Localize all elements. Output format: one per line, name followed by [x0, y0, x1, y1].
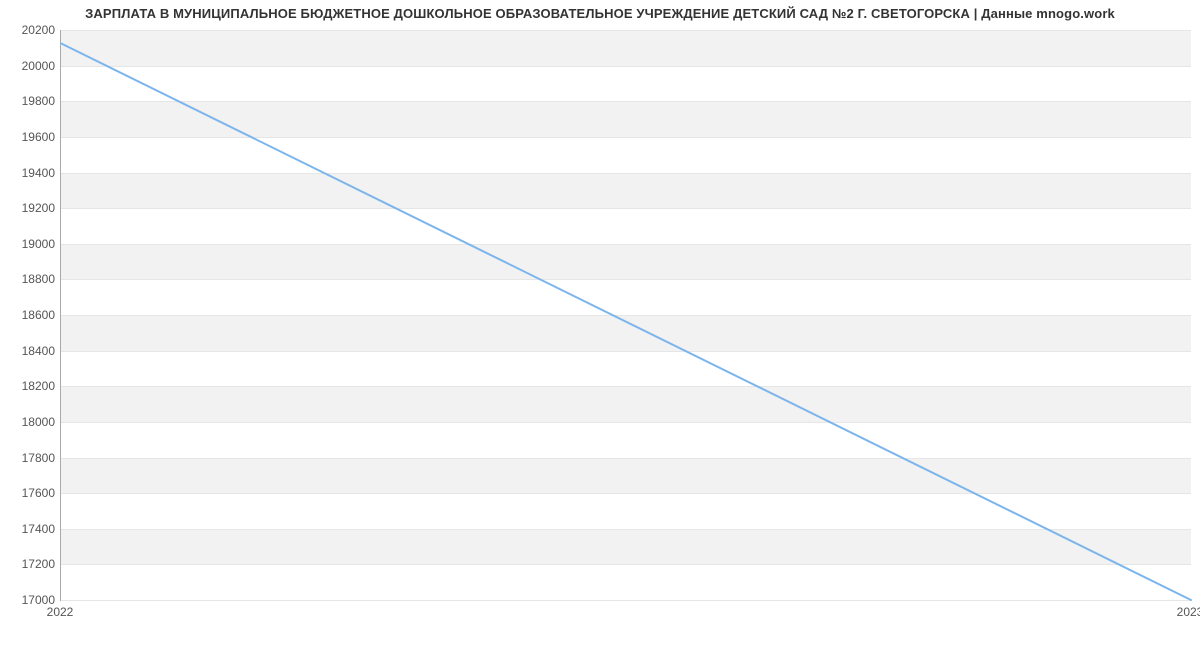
x-tick-label: 2023: [1177, 605, 1200, 619]
y-tick-label: 18600: [5, 308, 55, 322]
y-tick-label: 18400: [5, 344, 55, 358]
y-tick-label: 19000: [5, 237, 55, 251]
y-tick-label: 19200: [5, 201, 55, 215]
y-tick-label: 18000: [5, 415, 55, 429]
y-tick-label: 17600: [5, 486, 55, 500]
y-tick-label: 17800: [5, 451, 55, 465]
y-tick-label: 17400: [5, 522, 55, 536]
plot-area: [60, 30, 1191, 601]
grid-line: [61, 600, 1191, 601]
x-tick-label: 2022: [47, 605, 74, 619]
chart-container: ЗАРПЛАТА В МУНИЦИПАЛЬНОЕ БЮДЖЕТНОЕ ДОШКО…: [0, 0, 1200, 650]
y-tick-label: 19800: [5, 94, 55, 108]
line-series: [61, 30, 1191, 600]
y-tick-label: 18200: [5, 379, 55, 393]
y-tick-label: 20200: [5, 23, 55, 37]
y-tick-label: 20000: [5, 59, 55, 73]
y-tick-label: 19600: [5, 130, 55, 144]
y-tick-label: 19400: [5, 166, 55, 180]
y-tick-label: 17200: [5, 557, 55, 571]
chart-title: ЗАРПЛАТА В МУНИЦИПАЛЬНОЕ БЮДЖЕТНОЕ ДОШКО…: [0, 6, 1200, 21]
y-tick-label: 18800: [5, 272, 55, 286]
